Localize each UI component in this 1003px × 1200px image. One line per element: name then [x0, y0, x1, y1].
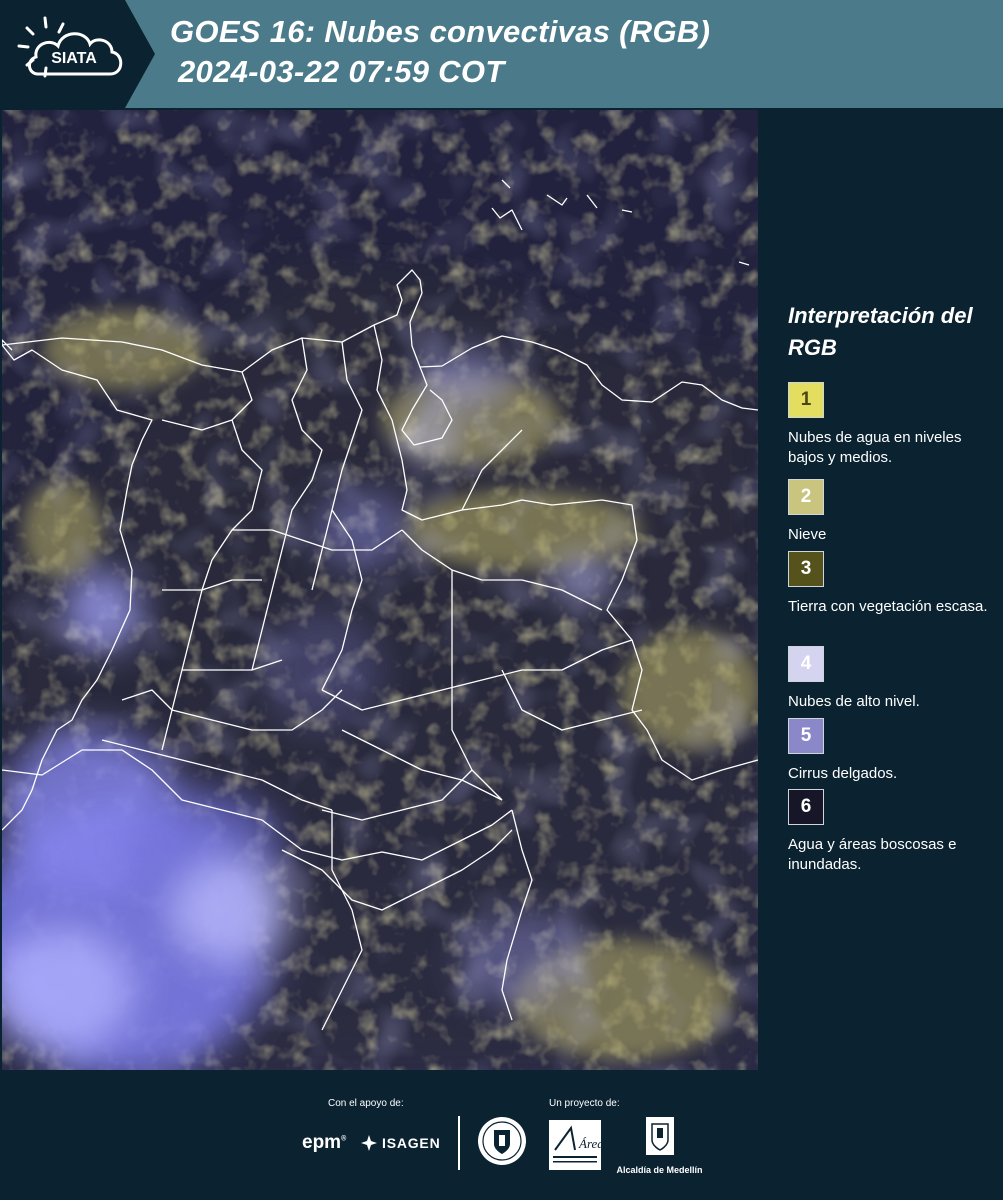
epm-logo-text: epm [302, 1132, 342, 1153]
legend-number-6: 6 [800, 796, 812, 817]
satellite-map [2, 110, 758, 1070]
coat-of-arms-icon [645, 1117, 674, 1155]
footer: Con el apoyo de: Un proyecto de: epm® IS… [0, 1070, 1003, 1200]
legend-number-2: 2 [800, 486, 812, 507]
legend-swatch-5: 5 [788, 718, 824, 754]
legend-label-5: Cirrus delgados. [788, 765, 898, 782]
legend-swatch-6: 6 [788, 789, 824, 825]
area-logo-text: Área [578, 1136, 601, 1151]
legend-number-1: 1 [800, 389, 812, 410]
project-label: Un proyecto de: [549, 1098, 620, 1109]
legend-item-3: 3 Tierra con vegetación escasa. [788, 551, 998, 617]
legend-swatch-4: 4 [788, 646, 824, 682]
legend-item-1: 1 Nubes de agua en niveles bajos y medio… [788, 382, 998, 468]
header-bar: SIATA GOES 16: Nubes convectivas (RGB) 2… [0, 0, 1003, 108]
alcaldia-logo: Alcaldía de Medellín [612, 1116, 707, 1175]
legend-panel: Interpretación del RGB 1 Nubes de agua e… [770, 110, 1003, 1070]
legend-number-3: 3 [800, 558, 812, 579]
siata-logo: SIATA [0, 0, 155, 108]
legend-item-2: 2 Nieve [788, 479, 998, 545]
legend-label-1: Nubes de agua en niveles bajos y medios. [788, 429, 962, 466]
legend-number-5: 5 [800, 725, 812, 746]
page-title: GOES 16: Nubes convectivas (RGB) [170, 14, 711, 49]
alcaldia-logo-text: Alcaldía de Medellín [616, 1165, 703, 1175]
legend-label-2: Nieve [788, 526, 827, 543]
legend-item-5: 5 Cirrus delgados. [788, 718, 998, 784]
isagen-icon [361, 1135, 377, 1151]
city-seal-icon [478, 1117, 526, 1165]
isagen-logo-text: ISAGEN [382, 1135, 441, 1151]
area-metropolitana-logo: Área [549, 1120, 604, 1170]
epm-logo: epm® [302, 1132, 347, 1153]
footer-divider [458, 1116, 460, 1170]
legend-label-3: Tierra con vegetación escasa. [788, 598, 988, 615]
siata-logo-text: SIATA [51, 50, 97, 67]
support-label: Con el apoyo de: [328, 1098, 404, 1109]
legend-swatch-2: 2 [788, 479, 824, 515]
isagen-logo: ISAGEN [360, 1132, 440, 1154]
legend-number-4: 4 [800, 653, 812, 674]
page-timestamp: 2024-03-22 07:59 COT [178, 54, 505, 89]
legend-label-6: Agua y áreas boscosas e inundadas. [788, 836, 957, 873]
legend-label-4: Nubes de alto nivel. [788, 693, 920, 710]
legend-swatch-3: 3 [788, 551, 824, 587]
legend-swatch-1: 1 [788, 382, 824, 418]
legend-item-4: 4 Nubes de alto nivel. [788, 646, 998, 712]
legend-title: Interpretación del RGB [788, 303, 973, 360]
legend-item-6: 6 Agua y áreas boscosas e inundadas. [788, 789, 998, 875]
